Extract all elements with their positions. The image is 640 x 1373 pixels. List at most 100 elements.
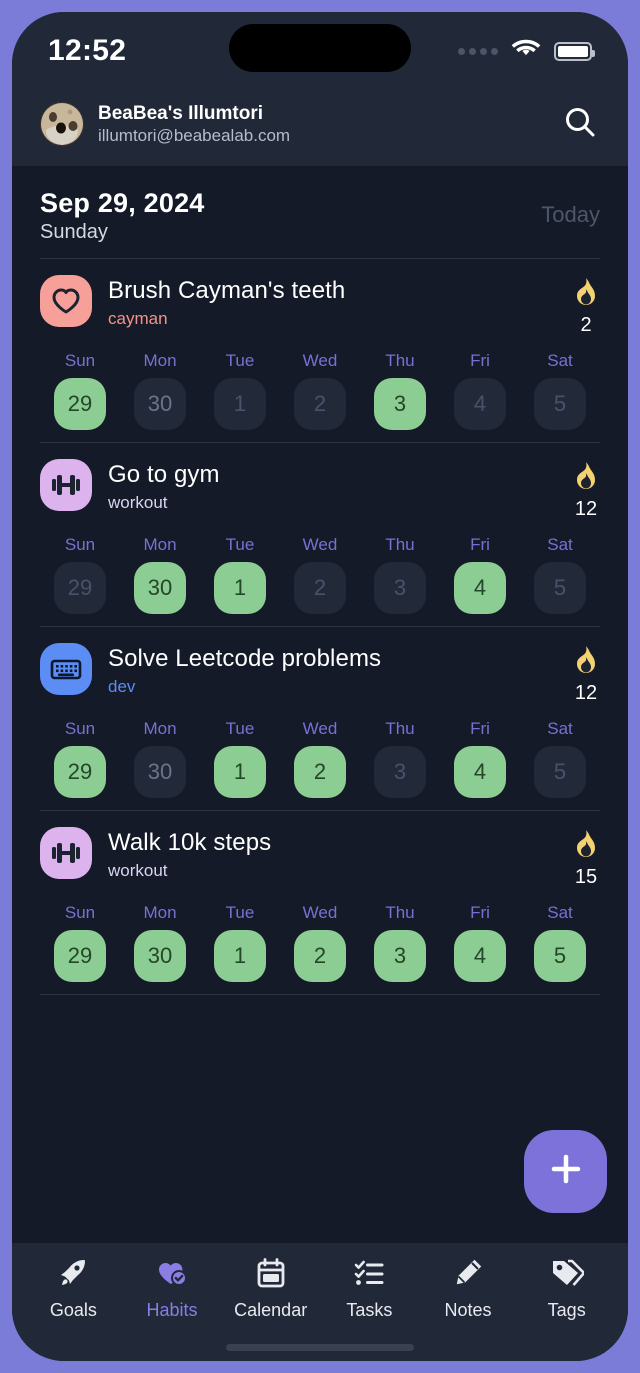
habit-row[interactable]: Solve Leetcode problems dev 12 Sun 29 Mon 30 Tu… [12,627,628,810]
dumbbell-icon [40,827,92,879]
nav-label: Tags [547,1300,586,1320]
day-cell[interactable]: 2 [294,562,346,614]
day-column: Sun 29 [40,903,120,982]
streak-badge: 12 [572,643,600,705]
habit-tag[interactable]: dev [108,677,381,697]
nav-item-goals[interactable]: Goals [24,1257,123,1321]
weekday-label: Thu [385,903,415,922]
battery-full-icon [554,41,595,61]
day-cell[interactable]: 29 [54,378,106,430]
habit-header: Walk 10k steps workout 15 [40,827,600,889]
weekday-label: Sat [547,535,573,554]
account-header[interactable]: BeaBea's Illumtori illumtori@beabealab.c… [12,90,628,166]
streak-badge: 12 [572,459,600,521]
day-cell[interactable]: 4 [454,378,506,430]
nav-item-habits[interactable]: Habits [123,1257,222,1321]
nav-label: Notes [444,1300,492,1320]
day-cell[interactable]: 5 [534,562,586,614]
day-cell[interactable]: 2 [294,378,346,430]
day-cell[interactable]: 3 [374,746,426,798]
day-cell[interactable]: 1 [214,378,266,430]
tags-icon [550,1257,585,1294]
day-column: Thu 3 [360,719,440,798]
account-email: illumtori@beabealab.com [98,125,291,145]
streak-count: 15 [574,866,598,888]
day-cell[interactable]: 3 [374,378,426,430]
day-column: Thu 3 [360,351,440,430]
day-cell[interactable]: 1 [214,746,266,798]
habits-content: Sep 29, 2024 Sunday Today Brush Cayman's… [12,166,628,1243]
day-cell[interactable]: 1 [214,930,266,982]
nav-item-tasks[interactable]: Tasks [320,1257,419,1321]
habit-row[interactable]: Go to gym workout 12 Sun 29 Mon 30 Tue 1 Wed 2 Thu 3… [12,443,628,626]
day-cell[interactable]: 3 [374,562,426,614]
signal-dots-icon [458,47,498,55]
nav-item-notes[interactable]: Notes [419,1257,518,1321]
weekday-label: Tue [225,351,255,370]
habit-name: Brush Cayman's teeth [108,277,346,304]
day-cell[interactable]: 5 [534,746,586,798]
day-column: Sat 5 [520,903,600,982]
weekday-label: Sat [547,719,573,738]
add-habit-button[interactable] [524,1130,607,1213]
day-cell[interactable]: 29 [54,930,106,982]
nav-item-tags[interactable]: Tags [517,1257,616,1321]
day-cell[interactable]: 4 [454,930,506,982]
habit-name: Solve Leetcode problems [108,645,382,672]
day-column: Sat 5 [520,535,600,614]
day-cell[interactable]: 29 [54,746,106,798]
week-strip: Sun 29 Mon 30 Tue 1 Wed 2 Thu 3 Fri 4 Sat 5 [40,903,600,982]
day-cell[interactable]: 30 [134,562,186,614]
day-cell[interactable]: 4 [454,746,506,798]
habit-name: Go to gym [108,461,220,488]
habit-list: Brush Cayman's teeth cayman 2 Sun 29 Mon 30 Tue… [12,259,628,995]
day-cell[interactable]: 30 [134,930,186,982]
habit-text-block: Walk 10k steps workout [108,827,271,881]
day-cell[interactable]: 29 [54,562,106,614]
day-cell[interactable]: 2 [294,746,346,798]
day-cell[interactable]: 4 [454,562,506,614]
flame-icon [572,461,600,496]
habit-tag[interactable]: workout [108,861,271,881]
day-cell[interactable]: 1 [214,562,266,614]
status-indicators [458,38,595,65]
weekday-label: Fri [470,719,490,738]
habit-tag[interactable]: workout [108,493,220,513]
nav-item-calendar[interactable]: Calendar [221,1257,320,1321]
day-column: Fri 4 [440,719,520,798]
day-cell[interactable]: 30 [134,746,186,798]
weekday-label: Wed [302,535,338,554]
today-button[interactable]: Today [541,188,600,228]
search-icon [563,105,597,144]
heart-icon [40,275,92,327]
nav-label: Habits [146,1300,198,1320]
day-column: Tue 1 [200,351,280,430]
nav-label: Tasks [346,1300,393,1320]
day-cell[interactable]: 2 [294,930,346,982]
dumbbell-icon [40,459,92,511]
day-cell[interactable]: 30 [134,378,186,430]
habit-row[interactable]: Walk 10k steps workout 15 Sun 29 Mon 30 Tue 1 Wed… [12,811,628,994]
dynamic-island [229,24,411,72]
day-cell[interactable]: 5 [534,930,586,982]
habit-row[interactable]: Brush Cayman's teeth cayman 2 Sun 29 Mon 30 Tue… [12,259,628,442]
weekday-label: Fri [470,351,490,370]
day-cell[interactable]: 5 [534,378,586,430]
weekday-label: Tue [225,903,255,922]
status-bar: 12:52 [12,12,628,90]
day-column: Wed 2 [280,535,360,614]
phone-frame: 12:52 BeaBea's Illumtori illumtori@beabe… [0,0,640,1373]
day-column: Wed 2 [280,719,360,798]
day-column: Fri 4 [440,351,520,430]
habit-tag[interactable]: cayman [108,309,345,329]
date-header: Sep 29, 2024 Sunday Today [12,166,628,258]
avatar[interactable] [40,102,84,146]
day-column: Wed 2 [280,351,360,430]
week-strip: Sun 29 Mon 30 Tue 1 Wed 2 Thu 3 Fri 4 Sat 5 [40,535,600,614]
day-column: Tue 1 [200,719,280,798]
search-button[interactable] [560,104,600,144]
day-cell[interactable]: 3 [374,930,426,982]
day-column: Thu 3 [360,535,440,614]
nav-label: Calendar [234,1300,308,1320]
weekday-label: Mon [143,903,177,922]
